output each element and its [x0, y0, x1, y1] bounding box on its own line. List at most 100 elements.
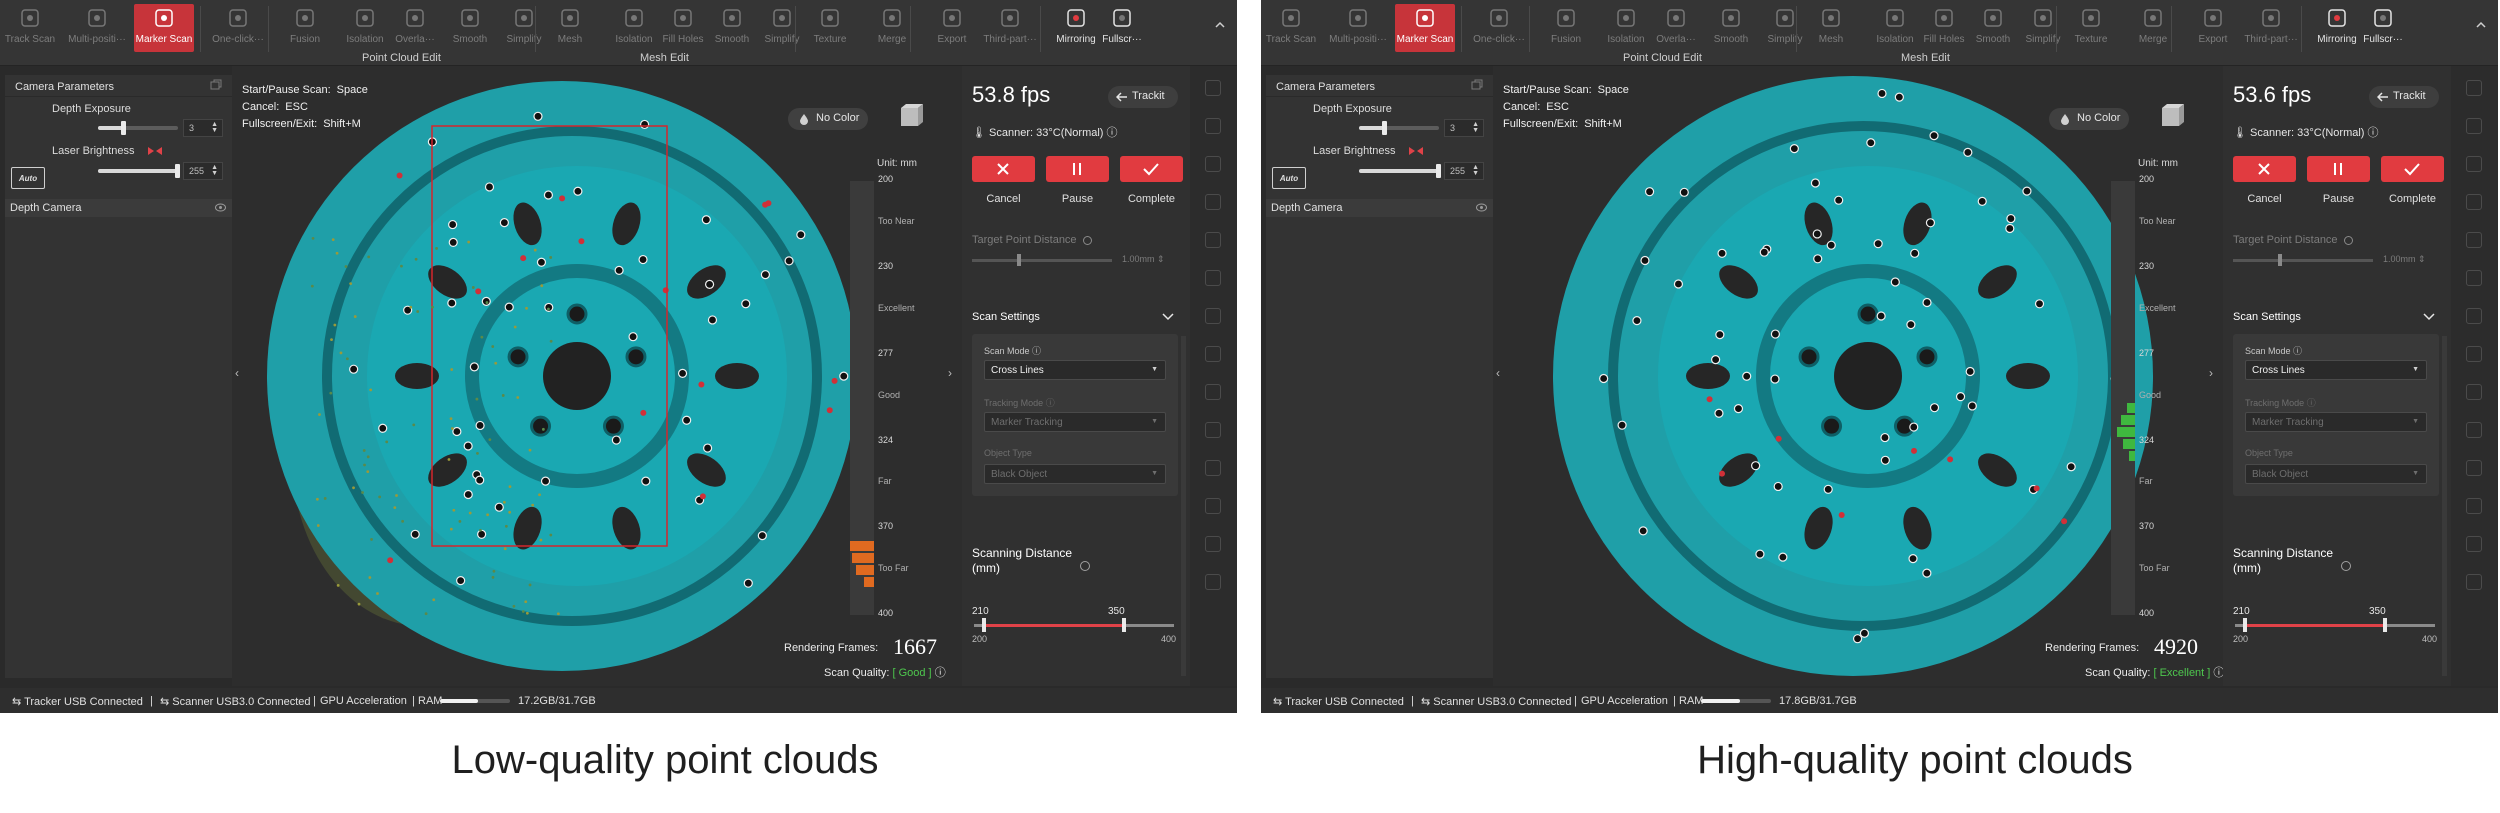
- toolbar-smooth-button[interactable]: Smooth: [1701, 4, 1761, 52]
- laser-brightness-handle[interactable]: [1436, 164, 1441, 178]
- chevron-down-icon[interactable]: [1162, 313, 1174, 321]
- toolbar-merge-button[interactable]: Merge: [862, 4, 922, 52]
- trackit-button[interactable]: Trackit: [2369, 86, 2439, 108]
- collapse-toolbar-icon[interactable]: [2474, 18, 2488, 32]
- panel-scrollbar[interactable]: [1181, 336, 1186, 676]
- collapse-left-panel-icon[interactable]: ‹: [1496, 366, 1506, 380]
- range-high-handle[interactable]: [1122, 618, 1126, 632]
- collapse-right-panel-icon[interactable]: ›: [2209, 366, 2219, 380]
- info-icon[interactable]: [2343, 235, 2353, 245]
- range-low-handle[interactable]: [982, 618, 986, 632]
- stepper-arrows-icon[interactable]: ▲ ▼: [1472, 164, 1479, 177]
- toolbar-texture-button[interactable]: Texture: [2061, 4, 2121, 52]
- toolbar-export-button[interactable]: Export: [2183, 4, 2243, 52]
- range-high-handle[interactable]: [2383, 618, 2387, 632]
- depth-exposure-slider[interactable]: [98, 121, 178, 135]
- collapse-right-panel-icon[interactable]: ›: [948, 366, 958, 380]
- toolbar-mesh-button[interactable]: Mesh: [540, 4, 600, 52]
- auto-exposure-button[interactable]: Auto: [11, 167, 45, 189]
- toolbar-track-scan-button[interactable]: Track Scan: [1261, 4, 1321, 52]
- laser-brightness-stepper[interactable]: 255 ▲ ▼: [1444, 162, 1484, 180]
- temperature-info-icon[interactable]: ⓘ: [2368, 127, 2379, 139]
- toolbar-third-party-button[interactable]: Third-part···: [980, 4, 1040, 52]
- depth-exposure-handle[interactable]: [1382, 121, 1388, 135]
- toolbar-third-party-button[interactable]: Third-part···: [2241, 4, 2301, 52]
- depth-exposure-handle[interactable]: [121, 121, 127, 135]
- chevron-down-icon[interactable]: [2423, 313, 2435, 321]
- info-icon[interactable]: ⓘ: [1032, 346, 1041, 356]
- no-color-toggle[interactable]: No Color: [788, 108, 868, 130]
- scanning-distance-info-icon[interactable]: [2341, 561, 2351, 571]
- laser-brightness-handle[interactable]: [175, 164, 180, 178]
- cancel-button[interactable]: [2233, 156, 2296, 182]
- toolbar-track-scan-button[interactable]: Track Scan: [0, 4, 60, 52]
- depth-camera-row[interactable]: Depth Camera: [1266, 199, 1493, 217]
- scan-quality-info-icon[interactable]: ⓘ: [2213, 667, 2223, 679]
- scan-mode-select[interactable]: Cross Lines ▼: [2245, 360, 2427, 380]
- no-color-toggle[interactable]: No Color: [2049, 108, 2129, 130]
- toolbar-merge-button[interactable]: Merge: [2123, 4, 2183, 52]
- view-cube-icon[interactable]: [896, 102, 926, 130]
- view-cube-icon[interactable]: [2157, 102, 2187, 130]
- complete-button[interactable]: [1120, 156, 1183, 182]
- toolbar-fusion-button[interactable]: Fusion: [1536, 4, 1596, 52]
- collapse-left-panel-icon[interactable]: ‹: [235, 366, 245, 380]
- trackit-button[interactable]: Trackit: [1108, 86, 1178, 108]
- temperature-info-icon[interactable]: ⓘ: [1107, 127, 1118, 139]
- stepper-arrows-icon[interactable]: ▲ ▼: [211, 121, 218, 134]
- stepper-arrows-icon[interactable]: ▲ ▼: [1472, 121, 1479, 134]
- toolbar-export-button[interactable]: Export: [922, 4, 982, 52]
- reset-icon[interactable]: [210, 79, 222, 91]
- side-tool-icon: [2466, 232, 2482, 248]
- reset-icon[interactable]: [1471, 79, 1483, 91]
- collapse-toolbar-icon[interactable]: [1213, 18, 1227, 32]
- toolbar-button-label: Merge: [877, 34, 907, 45]
- info-icon[interactable]: ⓘ: [2293, 346, 2302, 356]
- scan-viewport[interactable]: Start/Pause Scan: Space Cancel: ESC Fullsc…: [1493, 66, 2223, 686]
- laser-brightness-stepper[interactable]: 255 ▲ ▼: [183, 162, 223, 180]
- scan-viewport[interactable]: Start/Pause Scan: Space Cancel: ESC Fullsc…: [232, 66, 962, 686]
- scan-quality-info-icon[interactable]: ⓘ: [935, 667, 946, 679]
- scanning-distance-info-icon[interactable]: [1080, 561, 1090, 571]
- noise-point: [449, 417, 453, 421]
- scanning-distance-range-slider[interactable]: [2235, 618, 2435, 632]
- toolbar-one-click-button[interactable]: One-click···: [1469, 4, 1529, 52]
- scan-settings-title[interactable]: Scan Settings: [972, 311, 1040, 323]
- scanner-status: ⇆ Scanner USB3.0 Connected: [160, 695, 310, 708]
- stepper-arrows-icon[interactable]: ▲ ▼: [211, 164, 218, 177]
- pause-button[interactable]: [2307, 156, 2370, 182]
- toolbar-smooth-button[interactable]: Smooth: [440, 4, 500, 52]
- auto-exposure-button[interactable]: Auto: [1272, 167, 1306, 189]
- panel-scrollbar[interactable]: [2442, 336, 2447, 676]
- toolbar-multi-position-button[interactable]: Multi-positi···: [1328, 4, 1388, 52]
- toolbar-one-click-button[interactable]: One-click···: [208, 4, 268, 52]
- toolbar-overlap-button[interactable]: Overla···: [1646, 4, 1706, 52]
- toolbar-fullscreen-button[interactable]: Fullscr···: [1092, 4, 1152, 52]
- depth-exposure-stepper[interactable]: 3 ▲ ▼: [183, 119, 223, 137]
- toolbar-multi-position-button[interactable]: Multi-positi···: [67, 4, 127, 52]
- pause-button[interactable]: [1046, 156, 1109, 182]
- depth-exposure-stepper[interactable]: 3 ▲ ▼: [1444, 119, 1484, 137]
- depth-exposure-slider[interactable]: [1359, 121, 1439, 135]
- laser-brightness-slider[interactable]: [1359, 164, 1441, 178]
- toolbar-marker-scan-button[interactable]: Marker Scan: [1395, 4, 1455, 52]
- scan-mode-select[interactable]: Cross Lines ▼: [984, 360, 1166, 380]
- complete-button[interactable]: [2381, 156, 2444, 182]
- depth-camera-row[interactable]: Depth Camera: [5, 199, 232, 217]
- scan-settings-title[interactable]: Scan Settings: [2233, 311, 2301, 323]
- visibility-eye-icon[interactable]: [1476, 203, 1487, 212]
- info-icon[interactable]: [1082, 235, 1092, 245]
- laser-brightness-slider[interactable]: [98, 164, 180, 178]
- toolbar-mesh-button[interactable]: Mesh: [1801, 4, 1861, 52]
- toolbar-marker-scan-button[interactable]: Marker Scan: [134, 4, 194, 52]
- toolbar-fusion-button[interactable]: Fusion: [275, 4, 335, 52]
- toolbar-fullscreen-button[interactable]: Fullscr···: [2353, 4, 2413, 52]
- cancel-button[interactable]: [972, 156, 1035, 182]
- scanning-distance-range-slider[interactable]: [974, 618, 1174, 632]
- range-low-handle[interactable]: [2243, 618, 2247, 632]
- side-tool-icon: [2466, 308, 2482, 324]
- toolbar-overlap-button[interactable]: Overla···: [385, 4, 445, 52]
- marker-dot: [463, 489, 473, 500]
- visibility-eye-icon[interactable]: [215, 203, 226, 212]
- toolbar-texture-button[interactable]: Texture: [800, 4, 860, 52]
